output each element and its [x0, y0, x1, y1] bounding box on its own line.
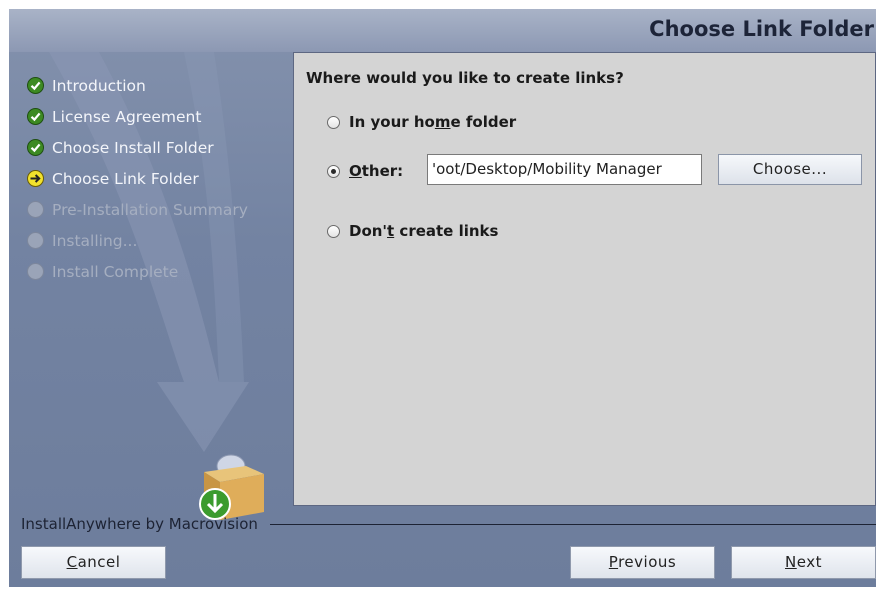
home-folder-label: In your home folder: [349, 113, 517, 131]
no-links-option[interactable]: Don't create links: [327, 222, 498, 240]
step-label: Introduction: [52, 76, 146, 95]
header-bar: Choose Link Folder: [9, 9, 876, 52]
step-list: Introduction License Agreement Choose In…: [27, 70, 248, 287]
pending-circle-icon: [27, 201, 44, 218]
step-label: Choose Install Folder: [52, 138, 214, 157]
step-installing: Installing...: [27, 225, 248, 256]
checkmark-icon: [27, 77, 44, 94]
checkmark-icon: [27, 139, 44, 156]
other-label: Other:: [349, 162, 404, 180]
step-label: License Agreement: [52, 107, 202, 126]
step-pre-installation-summary: Pre-Installation Summary: [27, 194, 248, 225]
next-button[interactable]: Next: [731, 546, 876, 579]
choose-button[interactable]: Choose...: [718, 154, 862, 185]
other-option[interactable]: Other:: [327, 162, 403, 180]
step-introduction: Introduction: [27, 70, 248, 101]
home-folder-radio[interactable]: [327, 115, 340, 129]
arrow-right-icon: [27, 170, 44, 187]
divider: [269, 523, 876, 525]
radio-selected-dot: [331, 168, 336, 174]
content-panel: Where would you like to create links? In…: [293, 52, 876, 506]
step-label: Pre-Installation Summary: [52, 200, 248, 219]
home-folder-option[interactable]: In your home folder: [327, 113, 516, 131]
install-box-icon: [199, 454, 264, 520]
no-links-radio[interactable]: [327, 224, 340, 238]
step-label: Install Complete: [52, 262, 179, 281]
step-choose-link-folder: Choose Link Folder: [27, 163, 248, 194]
step-license-agreement: License Agreement: [27, 101, 248, 132]
branding-row: InstallAnywhere by Macrovision: [21, 515, 876, 533]
question-label: Where would you like to create links?: [306, 69, 624, 87]
step-label: Choose Link Folder: [52, 169, 199, 188]
pending-circle-icon: [27, 263, 44, 280]
no-links-label: Don't create links: [349, 222, 499, 240]
installer-window: Choose Link Folder Introduction License …: [9, 9, 876, 587]
step-install-complete: Install Complete: [27, 256, 248, 287]
cancel-button[interactable]: Cancel: [21, 546, 166, 579]
step-label: Installing...: [52, 231, 138, 250]
previous-button[interactable]: Previous: [570, 546, 715, 579]
step-title: Choose Link Folder: [649, 17, 874, 41]
brand-label: InstallAnywhere by Macrovision: [21, 515, 258, 533]
sidebar: Introduction License Agreement Choose In…: [9, 52, 292, 504]
step-choose-install-folder: Choose Install Folder: [27, 132, 248, 163]
link-folder-path-input[interactable]: 'oot/Desktop/Mobility Manager: [427, 154, 702, 185]
checkmark-icon: [27, 108, 44, 125]
pending-circle-icon: [27, 232, 44, 249]
other-radio[interactable]: [327, 164, 340, 178]
